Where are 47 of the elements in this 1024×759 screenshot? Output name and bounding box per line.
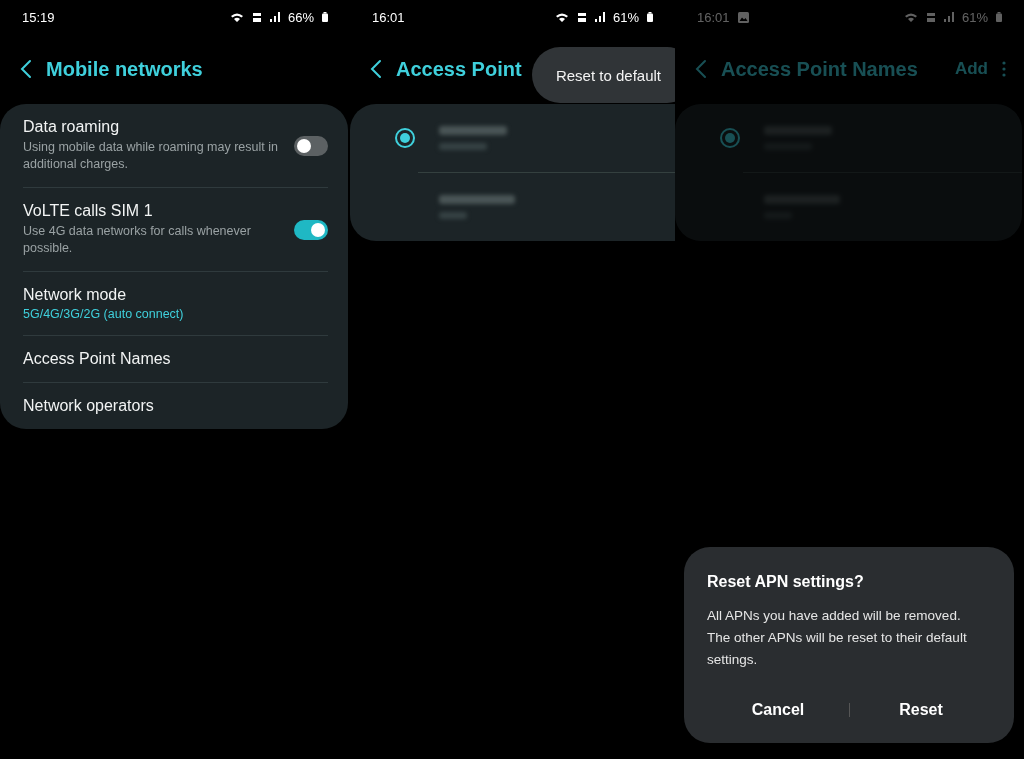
battery-level: 61% (961, 9, 988, 25)
wifi-icon (554, 11, 569, 23)
battery-level: 61% (612, 9, 639, 25)
status-time: 16:01 (697, 9, 730, 25)
setting-description: Use 4G data networks for calls whenever possible. (23, 223, 252, 257)
dialog-button[interactable]: Cancel (707, 691, 849, 729)
setting-title: Data roaming (23, 118, 121, 136)
dialog-title: Reset APN settings? (707, 573, 865, 591)
radio-button[interactable] (395, 128, 415, 148)
status-time: 15:19 (22, 9, 55, 25)
battery-level: 66% (287, 9, 314, 25)
radio-button[interactable] (720, 128, 740, 148)
status-time: 16:01 (372, 9, 405, 25)
wifi-icon (903, 11, 918, 23)
dialog-button[interactable]: Reset (850, 691, 992, 729)
battery-icon (996, 12, 1002, 22)
volte-icon (925, 11, 936, 23)
battery-icon (322, 12, 328, 22)
screen-title: Access Point (396, 57, 522, 81)
setting-description: Using mobile data while roaming may result in additional charges. (23, 139, 279, 173)
settings-item[interactable]: Data roaming Using mobile data while roaming may result in additional charges. (23, 104, 328, 188)
more-icon[interactable] (1002, 61, 1006, 77)
settings-item[interactable]: Access Point Names (23, 336, 328, 383)
signal-icon (594, 12, 605, 22)
wifi-icon (229, 11, 244, 23)
battery-icon (647, 12, 653, 22)
back-icon[interactable] (20, 59, 32, 79)
setting-title: Access Point Names (23, 350, 172, 368)
setting-title: VoLTE calls SIM 1 (23, 202, 154, 220)
dialog-message: All APNs you have added will be removed. The other APNs will be reset to their default settings. (707, 607, 968, 669)
screen-title: Mobile networks (46, 57, 203, 81)
toggle-switch[interactable] (294, 135, 328, 156)
screen-title: Access Point Names (721, 57, 918, 81)
toggle-switch[interactable] (294, 219, 328, 240)
signal-icon (943, 12, 954, 22)
setting-value: 5G/4G/3G/2G (auto connect) (23, 307, 185, 321)
settings-item[interactable]: VoLTE calls SIM 1 Use 4G data networks for calls whenever possible. (23, 188, 328, 272)
menu-item[interactable]: Reset to default (555, 66, 661, 84)
signal-icon (269, 12, 280, 22)
setting-title: Network mode (23, 286, 128, 304)
settings-item[interactable]: Network mode 5G/4G/3G/2G (auto connect) (23, 272, 328, 336)
volte-icon (576, 11, 587, 23)
back-icon[interactable] (370, 59, 382, 79)
volte-icon (251, 11, 262, 23)
setting-title: Network operators (23, 397, 155, 415)
settings-item[interactable]: Network operators (23, 383, 328, 429)
blurred-text-drawing (439, 126, 507, 150)
